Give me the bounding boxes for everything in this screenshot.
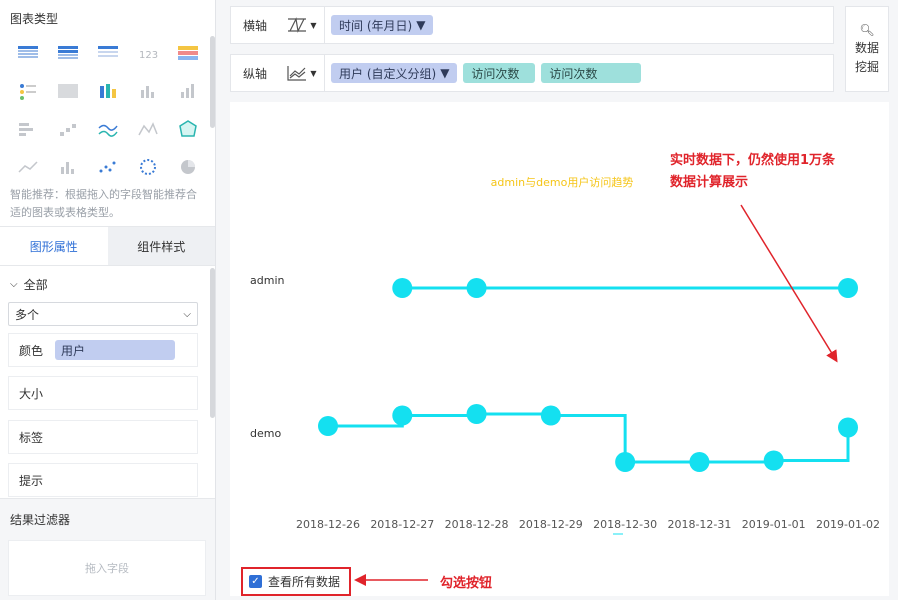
check-icon: ✓ bbox=[249, 575, 262, 588]
combo-bar-icon[interactable] bbox=[48, 148, 88, 186]
color-label: 颜色 bbox=[19, 343, 44, 358]
filter-drop-zone[interactable]: 拖入字段 bbox=[8, 540, 206, 596]
measure-pill[interactable]: 访问次数 bbox=[463, 63, 536, 83]
y-axis-row: 纵轴 ▼ 用户 (自定义分组) ▼ 访问次数 访问次数 bbox=[230, 54, 834, 92]
x-tick-label: 2018-12-30 bbox=[593, 518, 657, 531]
recommend-hint: 智能推荐：根据拖入的字段智能推荐合适的图表或表格类型。 bbox=[10, 188, 197, 219]
filter-icon: ▼ bbox=[416, 18, 426, 32]
tab-graphic-properties[interactable]: 图形属性 bbox=[0, 227, 108, 265]
map-icon[interactable] bbox=[48, 72, 88, 110]
y-axis-label: 纵轴 bbox=[243, 66, 268, 81]
line-chart-icon[interactable] bbox=[88, 110, 128, 148]
chart-type-grid: 123 bbox=[8, 34, 208, 186]
multi-select[interactable]: 多个 ⌵ bbox=[8, 302, 198, 326]
area-chart-icon[interactable] bbox=[128, 110, 168, 148]
data-point-demo bbox=[763, 450, 784, 471]
chevron-down-icon: ⌵ bbox=[10, 279, 18, 290]
multi-select-value: 多个 bbox=[15, 307, 40, 322]
cross-table-icon[interactable] bbox=[48, 34, 88, 72]
x-tick-label: 2018-12-31 bbox=[667, 518, 731, 531]
detail-table-icon[interactable] bbox=[88, 34, 128, 72]
radar-chart-icon[interactable] bbox=[168, 110, 208, 148]
pie-chart-icon[interactable] bbox=[168, 148, 208, 186]
filter-icon: ▼ bbox=[440, 66, 450, 80]
data-mining-button[interactable]: 🔍︎ 数据 挖掘 bbox=[845, 6, 889, 92]
kpi-number-icon[interactable]: 123 bbox=[128, 34, 168, 72]
data-point-demo bbox=[689, 452, 710, 472]
bar-chart-icon[interactable] bbox=[128, 72, 168, 110]
x-tick-label: 2018-12-28 bbox=[445, 518, 509, 531]
tooltip-property[interactable]: 提示 bbox=[8, 463, 198, 497]
data-point-demo bbox=[615, 452, 636, 472]
data-point-admin bbox=[392, 278, 413, 298]
horizontal-bar-icon[interactable] bbox=[8, 110, 48, 148]
tab-component-style[interactable]: 组件样式 bbox=[107, 227, 215, 265]
step-bar-icon[interactable] bbox=[48, 110, 88, 148]
chart-type-title: 图表类型 bbox=[10, 12, 59, 26]
bubble-chart-icon[interactable] bbox=[128, 148, 168, 186]
row-label-demo: demo bbox=[250, 427, 281, 440]
y-axis-type-icon[interactable]: ▼ bbox=[279, 54, 325, 92]
color-field-chip[interactable]: 用户 bbox=[55, 340, 176, 360]
show-all-label: 查看所有数据 bbox=[268, 575, 341, 589]
property-tabs: 图形属性 组件样式 bbox=[0, 226, 215, 266]
y-axis-field-pill[interactable]: 用户 (自定义分组) ▼ bbox=[331, 63, 458, 83]
table-icon[interactable] bbox=[8, 34, 48, 72]
data-point-demo bbox=[838, 417, 858, 438]
stacked-bar-icon[interactable] bbox=[88, 72, 128, 110]
x-axis-label: 横轴 bbox=[243, 18, 268, 33]
property-scrollbar[interactable] bbox=[210, 268, 215, 418]
svg-text:123: 123 bbox=[139, 50, 158, 61]
x-tick-label: 2019-01-02 bbox=[816, 518, 880, 531]
data-point-demo bbox=[392, 405, 413, 426]
x-tick-label: 2018-12-27 bbox=[370, 518, 434, 531]
data-point-demo bbox=[318, 416, 338, 436]
all-label: 全部 bbox=[23, 278, 48, 292]
x-tick-label: 2019-01-01 bbox=[742, 518, 806, 531]
chart-title: admin与demo用户访问趋势 bbox=[491, 175, 634, 189]
realtime-annotation: 实时数据下，仍然使用1万条 数据计算展示 bbox=[670, 153, 836, 190]
checkbox-annotation: 勾选按钮 bbox=[440, 576, 493, 591]
filter-title: 结果过滤器 bbox=[10, 513, 71, 527]
scatter-chart-icon[interactable] bbox=[88, 148, 128, 186]
chevron-down-icon: ⌵ bbox=[183, 308, 191, 320]
x-axis-type-icon[interactable]: ▼ bbox=[279, 6, 325, 44]
color-property[interactable]: 颜色 用户 bbox=[8, 333, 198, 367]
measure-pill[interactable]: 访问次数 bbox=[541, 63, 642, 83]
left-panel: 图表类型 123 智能推荐：根据拖入的字段智能推荐合适的图表或表格类型。 图形属… bbox=[0, 0, 216, 600]
all-toggle[interactable]: ⌵ 全部 bbox=[10, 276, 48, 293]
multi-line-icon[interactable] bbox=[8, 148, 48, 186]
show-all-data-checkbox[interactable]: ✓ 查看所有数据 bbox=[241, 567, 351, 596]
mining-icon: 🔍︎ bbox=[859, 23, 875, 37]
size-property[interactable]: 大小 bbox=[8, 376, 198, 410]
column-chart-icon[interactable] bbox=[168, 72, 208, 110]
legend-dots-icon[interactable] bbox=[8, 72, 48, 110]
x-tick-label: 2018-12-26 bbox=[296, 518, 360, 531]
data-point-demo bbox=[540, 405, 561, 426]
tag-property[interactable]: 标签 bbox=[8, 420, 198, 454]
x-axis-row: 横轴 ▼ 时间 (年月日) ▼ bbox=[230, 6, 834, 44]
data-point-demo bbox=[466, 404, 487, 424]
data-point-admin bbox=[466, 278, 487, 298]
color-table-icon[interactable] bbox=[168, 34, 208, 72]
x-axis-field-pill[interactable]: 时间 (年月日) ▼ bbox=[331, 15, 434, 35]
row-label-admin: admin bbox=[250, 274, 284, 287]
data-point-admin bbox=[838, 278, 858, 298]
x-tick-label: 2018-12-29 bbox=[519, 518, 583, 531]
chart-type-scrollbar[interactable] bbox=[210, 36, 215, 128]
